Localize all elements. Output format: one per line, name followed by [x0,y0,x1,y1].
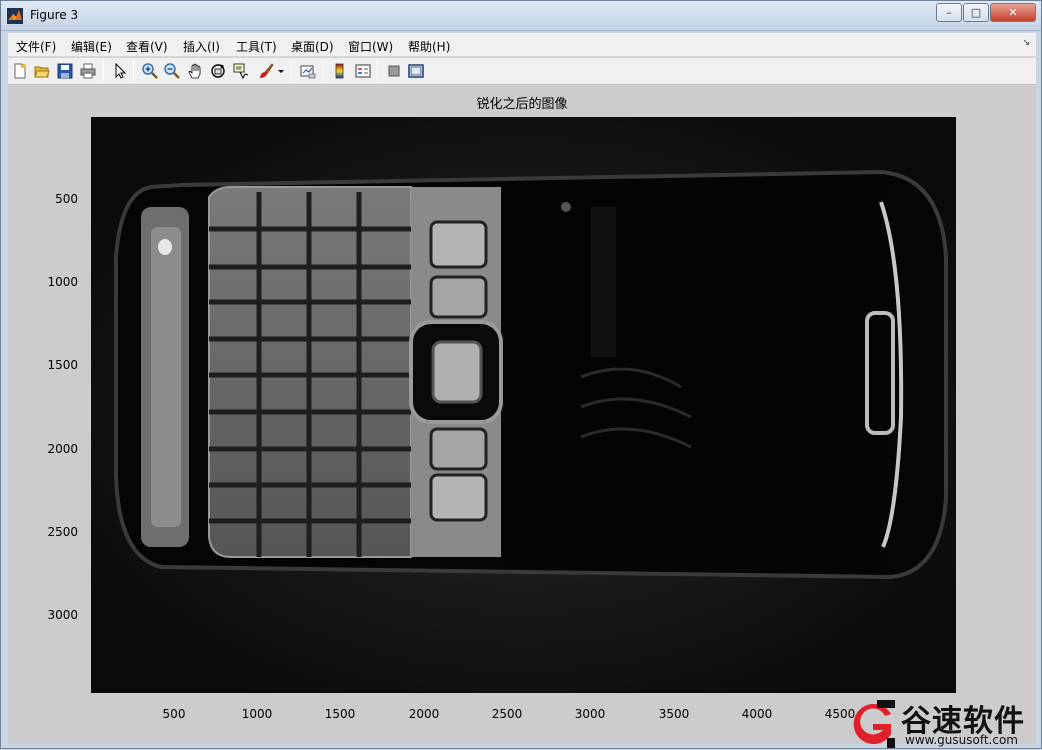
image-axes[interactable] [91,117,956,693]
y-tick-label: 3000 [47,608,78,622]
y-tick-label: 2500 [47,525,78,539]
new-figure-icon[interactable] [11,62,29,80]
gususoft-logo-icon [853,700,895,748]
edit-plot-icon[interactable] [111,62,129,80]
gususoft-watermark: 谷速软件 www.gususoft.com [843,696,1042,750]
x-tick-label: 2000 [408,707,440,721]
x-tick-label: 2500 [491,707,523,721]
minimize-button[interactable]: – [936,3,962,22]
menu-window[interactable]: 窗口(W) [348,38,393,55]
data-cursor-icon[interactable] [232,62,250,80]
dock-arrow-icon[interactable]: ↘ [1022,38,1030,48]
close-button[interactable]: ✕ [990,3,1036,22]
window-title: Figure 3 [30,8,79,22]
y-tick-label: 1000 [47,275,78,289]
link-plot-icon[interactable] [299,62,317,80]
x-tick-label: 4000 [741,707,773,721]
sharpened-phone-image [91,117,956,693]
rotate-3d-icon[interactable] [209,62,227,80]
y-tick-label: 500 [55,192,78,206]
toolbar-separator [133,61,134,81]
legend-icon[interactable] [354,62,372,80]
figure-canvas: 锐化之后的图像 500 1000 1500 2000 2500 3000 500… [8,86,1036,744]
menu-tools[interactable]: 工具(T) [236,38,277,55]
toolbar-separator [103,61,104,81]
x-tick-label: 500 [162,707,186,721]
axes-title: 锐化之后的图像 [476,97,568,112]
x-tick-label: 3000 [574,707,606,721]
hide-plot-tools-icon[interactable] [385,62,403,80]
brush-dropdown-icon[interactable] [276,62,286,80]
zoom-out-icon[interactable] [163,62,181,80]
figure-window: Figure 3 – □ ✕ 文件(F) 编辑(E) 查看(V) 插入(I) 工… [0,0,1042,749]
menu-view[interactable]: 查看(V) [126,38,168,55]
show-plot-tools-icon[interactable] [407,62,425,80]
menu-insert[interactable]: 插入(I) [183,38,220,55]
maximize-button[interactable]: □ [963,3,989,22]
x-tick-label: 1500 [324,707,356,721]
colorbar-icon[interactable] [331,62,349,80]
toolbar-separator [323,61,324,81]
menu-edit[interactable]: 编辑(E) [71,38,112,55]
pan-icon[interactable] [186,62,204,80]
toolbar-separator [291,61,292,81]
brush-icon[interactable] [257,62,275,80]
x-tick-label: 1000 [241,707,273,721]
figure-toolbar [8,58,1036,85]
open-file-icon[interactable] [33,62,51,80]
menu-desktop[interactable]: 桌面(D) [291,38,334,55]
matlab-icon [7,8,23,24]
menu-help[interactable]: 帮助(H) [408,38,450,55]
title-bar[interactable]: Figure 3 – □ ✕ [1,1,1041,31]
menu-file[interactable]: 文件(F) [16,38,56,55]
toolbar-separator [377,61,378,81]
y-tick-label: 2000 [47,442,78,456]
x-tick-label: 3500 [658,707,690,721]
zoom-in-icon[interactable] [141,62,159,80]
watermark-url: www.gususoft.com [905,733,1018,747]
y-tick-label: 1500 [47,358,78,372]
save-icon[interactable] [56,62,74,80]
print-icon[interactable] [79,62,97,80]
menu-bar: 文件(F) 编辑(E) 查看(V) 插入(I) 工具(T) 桌面(D) 窗口(W… [8,33,1036,57]
